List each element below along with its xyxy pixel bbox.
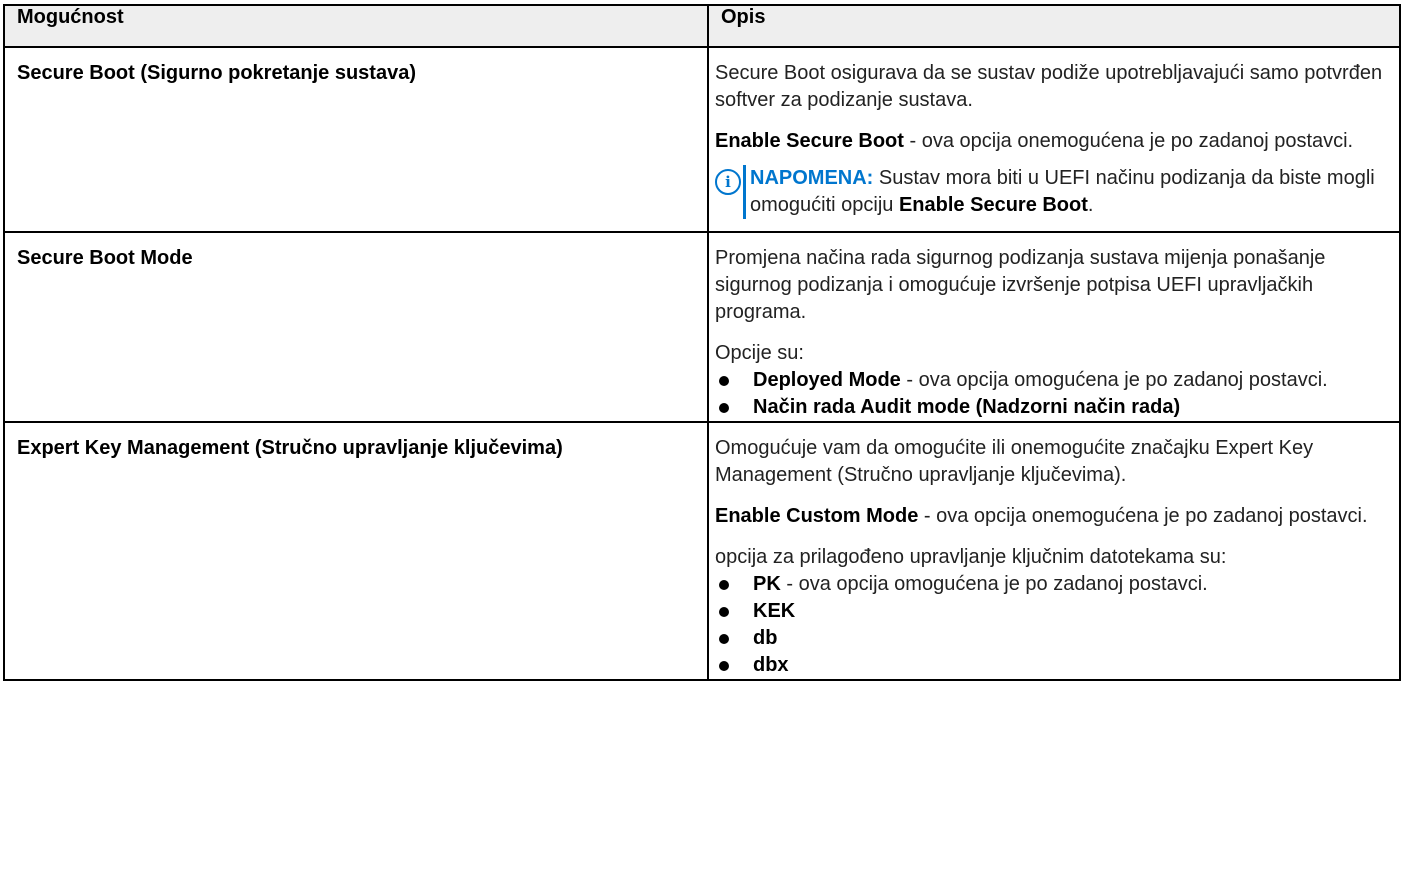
feature-cell: Secure Boot Mode xyxy=(3,231,709,423)
option-name: dbx xyxy=(753,654,789,676)
list-item: db xyxy=(715,625,1389,652)
option-name: Deployed Mode xyxy=(753,369,901,391)
list-item: Način rada Audit mode (Nadzorni način ra… xyxy=(715,394,1389,421)
note-end: . xyxy=(1087,194,1094,216)
bullet-icon xyxy=(719,634,729,644)
note-box: i NAPOMENA: Sustav mora biti u UEFI nači… xyxy=(715,165,1389,231)
header-feature: Mogućnost xyxy=(3,4,709,48)
list-item: KEK xyxy=(715,598,1389,625)
bullet-icon xyxy=(719,661,729,671)
options-label: Opcije su: xyxy=(715,342,804,364)
setting-name: Enable Custom Mode xyxy=(715,505,919,527)
bullet-icon xyxy=(719,403,729,413)
options-list: PK - ova opcija omogućena je po zadanoj … xyxy=(715,571,1389,679)
info-icon: i xyxy=(715,169,741,195)
description-text: Omogućuje vam da omogućite ili onemogući… xyxy=(715,437,1314,486)
default-setting-text: Enable Custom Mode - ova opcija onemoguć… xyxy=(715,503,1389,530)
description-text: Secure Boot osigurava da se sustav podiž… xyxy=(715,62,1383,111)
option-name: KEK xyxy=(753,600,796,622)
feature-cell: Secure Boot (Sigurno pokretanje sustava) xyxy=(3,46,709,233)
header-description: Opis xyxy=(707,4,1401,48)
description-cell: Promjena načina rada sigurnog podizanja … xyxy=(707,231,1401,423)
option-name: db xyxy=(753,627,778,649)
option-name: Način rada Audit mode (Nadzorni način ra… xyxy=(753,396,1181,418)
bullet-icon xyxy=(719,580,729,590)
option-default: - ova opcija omogućena je po zadanoj pos… xyxy=(780,573,1208,595)
table-row: Expert Key Management (Stručno upravljan… xyxy=(3,421,1401,681)
option-default: - ova opcija omogućena je po zadanoj pos… xyxy=(900,369,1328,391)
options-table: Mogućnost Opis Secure Boot (Sigurno pokr… xyxy=(3,4,1401,681)
note-label: NAPOMENA: xyxy=(750,167,874,189)
options-list: Deployed Mode - ova opcija omogućena je … xyxy=(715,367,1389,421)
setting-default: - ova opcija onemogućena je po zadanoj p… xyxy=(903,130,1354,152)
setting-name: Enable Secure Boot xyxy=(715,130,904,152)
table-row: Secure Boot Mode Promjena načina rada si… xyxy=(3,231,1401,423)
default-setting-text: Enable Secure Boot - ova opcija onemoguć… xyxy=(715,128,1389,155)
list-item: dbx xyxy=(715,652,1389,679)
setting-default: - ova opcija onemogućena je po zadanoj p… xyxy=(918,505,1368,527)
feature-cell: Expert Key Management (Stručno upravljan… xyxy=(3,421,709,681)
description-cell: Secure Boot osigurava da se sustav podiž… xyxy=(707,46,1401,233)
list-item: PK - ova opcija omogućena je po zadanoj … xyxy=(715,571,1389,598)
bullet-icon xyxy=(719,376,729,386)
option-name: PK xyxy=(753,573,781,595)
description-text: Promjena načina rada sigurnog podizanja … xyxy=(715,247,1326,323)
description-cell: Omogućuje vam da omogućite ili onemogući… xyxy=(707,421,1401,681)
table-header-row: Mogućnost Opis xyxy=(3,4,1401,48)
table-row: Secure Boot (Sigurno pokretanje sustava)… xyxy=(3,46,1401,233)
note-body: NAPOMENA: Sustav mora biti u UEFI načinu… xyxy=(743,165,1389,219)
options-label: opcija za prilagođeno upravljanje ključn… xyxy=(715,546,1227,568)
list-item: Deployed Mode - ova opcija omogućena je … xyxy=(715,367,1389,394)
bullet-icon xyxy=(719,607,729,617)
note-bold: Enable Secure Boot xyxy=(898,194,1088,216)
